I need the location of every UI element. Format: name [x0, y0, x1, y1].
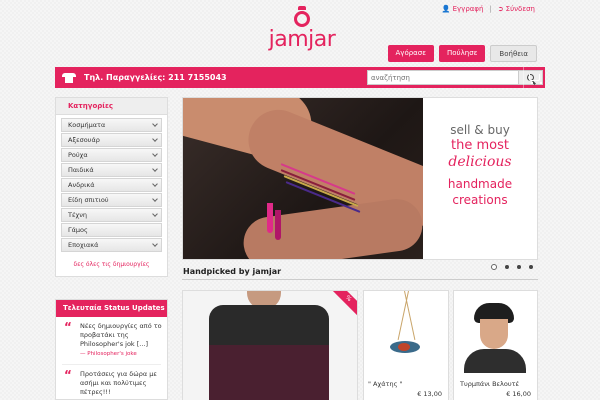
see-all-link[interactable]: δες όλες τις δημιουργίες: [56, 255, 167, 276]
brand-name: jamjar: [268, 27, 336, 52]
status-update: “ Νέες δημιουργίες από το προβατάκι της …: [56, 317, 167, 359]
banner-text: sell & buy the most delicious handmade c…: [423, 98, 537, 259]
section-title: Handpicked by jamjar: [183, 267, 282, 276]
category-item[interactable]: Είδη σπιτιού: [61, 193, 162, 207]
quote-icon: “: [64, 368, 72, 382]
carousel-dot[interactable]: [517, 265, 521, 269]
product-card[interactable]: " Αχάτης " € 13,00: [363, 290, 449, 400]
ring-icon: [293, 6, 311, 28]
chevron-down-icon: [152, 121, 158, 127]
category-item[interactable]: Γάμος: [61, 223, 162, 237]
help-button[interactable]: Βοήθεια: [490, 45, 537, 62]
chevron-down-icon: [152, 136, 158, 142]
cart-icon: [529, 74, 542, 84]
product-name: " Αχάτης ": [368, 380, 403, 388]
banner-photo: [183, 98, 423, 259]
buy-button[interactable]: Αγόρασε: [387, 45, 435, 62]
login-icon: ➲: [497, 5, 504, 13]
categories-list: Κοσμήματα Αξεσουάρ Ρούχα Παιδικά Ανδρικά…: [56, 115, 167, 255]
chevron-down-icon: [152, 166, 158, 172]
category-item[interactable]: Ανδρικά: [61, 178, 162, 192]
banner-line: sell & buy: [450, 123, 510, 137]
category-item[interactable]: Αξεσουάρ: [61, 133, 162, 147]
search-box: [367, 70, 543, 85]
register-link[interactable]: 👤 Εγγραφή: [442, 5, 484, 13]
sell-button[interactable]: Πούλησε: [439, 45, 486, 62]
phone-text: Τηλ. Παραγγελίες: 211 7155043: [84, 73, 227, 82]
top-bar: Τηλ. Παραγγελίες: 211 7155043: [55, 67, 545, 88]
login-label: Σύνδεση: [505, 5, 535, 13]
product-price: € 16,00: [506, 390, 531, 398]
category-item[interactable]: Παιδικά: [61, 163, 162, 177]
cart-button[interactable]: [523, 67, 545, 88]
category-item[interactable]: Εποχιακά: [61, 238, 162, 252]
banner-line: the most: [451, 138, 509, 153]
carousel-dot[interactable]: [491, 264, 497, 270]
site-logo[interactable]: jamjar: [262, 6, 342, 52]
product-name: Τυρμπάνι Βελουτέ: [460, 380, 520, 388]
carousel-dot[interactable]: [529, 265, 533, 269]
divider: |: [489, 5, 492, 13]
product-card[interactable]: %: [182, 290, 358, 400]
banner-line: handmade: [447, 177, 513, 191]
status-text: Προτάσεις για δώρα με ασήμι και πολύτιμε…: [80, 370, 157, 396]
header-buttons: Αγόρασε Πούλησε Βοήθεια: [387, 45, 537, 62]
product-price: € 13,00: [417, 390, 442, 398]
chevron-down-icon: [152, 151, 158, 157]
category-item[interactable]: Κοσμήματα: [61, 118, 162, 132]
status-text: Νέες δημιουργίες από το προβατάκι της Ph…: [80, 322, 162, 348]
status-title: Τελευταία Status Updates: [56, 300, 167, 317]
categories-title: Κατηγορίες: [56, 98, 167, 115]
banner-line: creations: [452, 193, 508, 207]
quote-icon: “: [64, 320, 72, 334]
category-item[interactable]: Τέχνη: [61, 208, 162, 222]
carousel-dot[interactable]: [505, 265, 509, 269]
hero-banner[interactable]: sell & buy the most delicious handmade c…: [182, 97, 538, 270]
phone-icon: [62, 72, 76, 83]
chevron-down-icon: [152, 211, 158, 217]
status-source[interactable]: — Philosopher's joke: [80, 350, 163, 359]
categories-panel: Κατηγορίες Κοσμήματα Αξεσουάρ Ρούχα Παιδ…: [55, 97, 168, 277]
search-input[interactable]: [368, 71, 518, 84]
category-item[interactable]: Ρούχα: [61, 148, 162, 162]
top-links: 👤 Εγγραφή | ➲ Σύνδεση: [442, 5, 535, 13]
carousel-dots: [491, 264, 533, 270]
chevron-down-icon: [152, 196, 158, 202]
register-label: Εγγραφή: [452, 5, 484, 13]
status-panel: Τελευταία Status Updates “ Νέες δημιουργ…: [55, 299, 168, 400]
divider: [182, 279, 538, 280]
banner-line: delicious: [448, 154, 512, 170]
user-icon: 👤: [441, 5, 451, 13]
product-card[interactable]: Τυρμπάνι Βελουτέ € 16,00: [453, 290, 538, 400]
login-link[interactable]: ➲ Σύνδεση: [498, 5, 535, 13]
chevron-down-icon: [152, 241, 158, 247]
status-update: “ Προτάσεις για δώρα με ασήμι και πολύτι…: [56, 365, 167, 397]
chevron-down-icon: [152, 181, 158, 187]
